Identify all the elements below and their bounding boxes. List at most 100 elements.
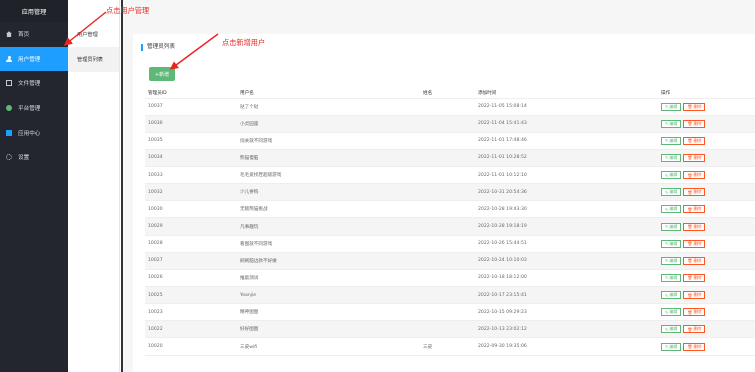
edit-button[interactable]: ✎ 编辑	[661, 291, 682, 300]
cell-username: 闯关就不同游戏	[237, 132, 420, 150]
cell-name	[420, 132, 475, 150]
edit-button[interactable]: ✎ 编辑	[661, 308, 682, 317]
home-icon	[6, 31, 12, 38]
trash-icon: 🗑	[687, 104, 693, 110]
table-row: 10028 看图就不同游戏 2022-10-26 15:44:51 ✎ 编辑 🗑 删除	[145, 235, 755, 253]
table-row: 10037 哒了个哒 2022-11-05 15:08:14 ✎ 编辑 🗑 删除	[145, 98, 755, 116]
edit-button[interactable]: ✎ 编辑	[661, 239, 682, 248]
cell-name	[420, 235, 475, 253]
cell-actions: ✎ 编辑 🗑 删除	[658, 149, 755, 168]
delete-button[interactable]: 🗑 删除	[683, 188, 706, 197]
cell-id: 10027	[145, 252, 237, 270]
sidebar-item-settings[interactable]: 设置	[0, 145, 68, 170]
sidebar-item-user-management[interactable]: 用户管理	[0, 46, 68, 72]
sidebar-item-label: 平台管理	[18, 106, 41, 113]
main-content: 管理员列表 +新增 管理员ID 用户名 姓名 添加时间 操作 10037 哒了个哒…	[123, 0, 755, 372]
sidebar-item-app-center[interactable]: 应用中心	[0, 120, 68, 145]
trash-icon: 🗑	[687, 155, 693, 161]
delete-button[interactable]: 🗑 删除	[683, 342, 706, 351]
cell-time: 2022-10-28 19:18:19	[475, 217, 658, 236]
table-row: 10023 精神图图 2022-10-15 09:29:23 ✎ 编辑 🗑 删除	[145, 303, 755, 322]
edit-button[interactable]: ✎ 编辑	[661, 205, 682, 214]
edit-button[interactable]: ✎ 编辑	[661, 188, 682, 197]
delete-button[interactable]: 🗑 删除	[683, 291, 706, 300]
edit-button[interactable]: ✎ 编辑	[661, 222, 682, 231]
delete-button[interactable]: 🗑 删除	[683, 239, 706, 248]
cell-actions: ✎ 编辑 🗑 删除	[658, 115, 755, 133]
table-row: 10027 刷刷脑边款不好做 2022-10-24 10:10:03 ✎ 编辑 🗑 删除	[145, 252, 755, 270]
delete-button[interactable]: 🗑 删除	[683, 153, 706, 162]
sidebar-item-platform-management[interactable]: 平台管理	[0, 96, 68, 121]
cell-id: 10033	[145, 166, 237, 185]
submenu-item-admin-list[interactable]: 管理员列表	[68, 47, 119, 72]
platform-icon	[6, 105, 12, 112]
delete-button[interactable]: 🗑 删除	[683, 102, 706, 111]
cell-username: 少儿拼购	[237, 183, 420, 202]
pencil-icon: ✎	[665, 241, 669, 247]
submenu: 用户管理 管理员列表	[68, 0, 120, 372]
cell-name	[420, 303, 475, 322]
cell-id: 10029	[145, 217, 237, 236]
delete-button[interactable]: 🗑 删除	[683, 273, 706, 282]
table-row: 10030 无敌熊猫挑战 2022-10-28 19:43:30 ✎ 编辑 🗑 删除	[145, 200, 755, 219]
pencil-icon: ✎	[665, 292, 669, 298]
edit-button[interactable]: ✎ 编辑	[661, 171, 682, 180]
edit-button[interactable]: ✎ 编辑	[661, 325, 682, 334]
cell-actions: ✎ 编辑 🗑 删除	[658, 320, 755, 339]
sidebar-item-label: 设置	[18, 155, 30, 162]
sidebar-item-file-management[interactable]: 文件管理	[0, 71, 68, 96]
pencil-icon: ✎	[665, 121, 669, 127]
trash-icon: 🗑	[687, 241, 693, 247]
cell-actions: ✎ 编辑 🗑 删除	[658, 252, 755, 270]
cell-name	[420, 200, 475, 219]
user-icon	[6, 55, 12, 62]
cell-id: 10030	[145, 200, 237, 219]
delete-button[interactable]: 🗑 删除	[683, 205, 706, 214]
cell-time: 2022-11-04 15:41:43	[475, 115, 658, 133]
pencil-icon: ✎	[665, 104, 669, 110]
sidebar-item-label: 首页	[18, 32, 30, 39]
cell-username: 推敲测试	[237, 269, 420, 288]
cell-id: 10032	[145, 183, 237, 202]
sidebar-item-home[interactable]: 首页	[0, 22, 68, 47]
delete-button[interactable]: 🗑 删除	[683, 325, 706, 334]
cell-name	[420, 166, 475, 185]
cell-id: 10037	[145, 98, 237, 116]
edit-button[interactable]: ✎ 编辑	[661, 273, 682, 282]
trash-icon: 🗑	[687, 121, 693, 127]
cell-actions: ✎ 编辑 🗑 删除	[658, 269, 755, 288]
cell-time: 2022-10-31 20:54:36	[475, 183, 658, 202]
edit-button[interactable]: ✎ 编辑	[661, 256, 682, 265]
cell-id: 10035	[145, 132, 237, 150]
cell-time: 2022-10-24 10:10:03	[475, 252, 658, 270]
cell-id: 10036	[145, 115, 237, 133]
pencil-icon: ✎	[665, 309, 669, 315]
cell-id: 10025	[145, 286, 237, 305]
delete-button[interactable]: 🗑 删除	[683, 256, 706, 265]
delete-button[interactable]: 🗑 删除	[683, 136, 706, 145]
add-user-button[interactable]: +新增	[149, 67, 175, 81]
edit-button[interactable]: ✎ 编辑	[661, 342, 682, 351]
column-header-username: 用户名	[237, 89, 420, 99]
edit-button[interactable]: ✎ 编辑	[661, 136, 682, 145]
delete-button[interactable]: 🗑 删除	[683, 308, 706, 317]
trash-icon: 🗑	[687, 344, 693, 350]
delete-button[interactable]: 🗑 删除	[683, 119, 706, 128]
edit-button[interactable]: ✎ 编辑	[661, 153, 682, 162]
trash-icon: 🗑	[687, 326, 693, 332]
table-row: 10026 推敲测试 2022-10-18 18:12:00 ✎ 编辑 🗑 删除	[145, 269, 755, 288]
cell-username: 好好图图	[237, 320, 420, 339]
submenu-item-user-management[interactable]: 用户管理	[68, 22, 119, 47]
cell-actions: ✎ 编辑 🗑 删除	[658, 166, 755, 185]
delete-button[interactable]: 🗑 删除	[683, 171, 706, 180]
cell-id: 10020	[145, 337, 237, 356]
cell-actions: ✎ 编辑 🗑 删除	[658, 235, 755, 253]
cell-username: 凡事趣玩	[237, 217, 420, 236]
cell-name	[420, 149, 475, 168]
table-row: 10033 毛毛爱找茬超级游戏 2022-11-01 10:12:10 ✎ 编辑 🗑 删除	[145, 166, 755, 185]
delete-button[interactable]: 🗑 删除	[683, 222, 706, 231]
edit-button[interactable]: ✎ 编辑	[661, 119, 682, 128]
edit-button[interactable]: ✎ 编辑	[661, 102, 682, 111]
pencil-icon: ✎	[665, 138, 669, 144]
cell-name: 三皮	[420, 337, 475, 356]
